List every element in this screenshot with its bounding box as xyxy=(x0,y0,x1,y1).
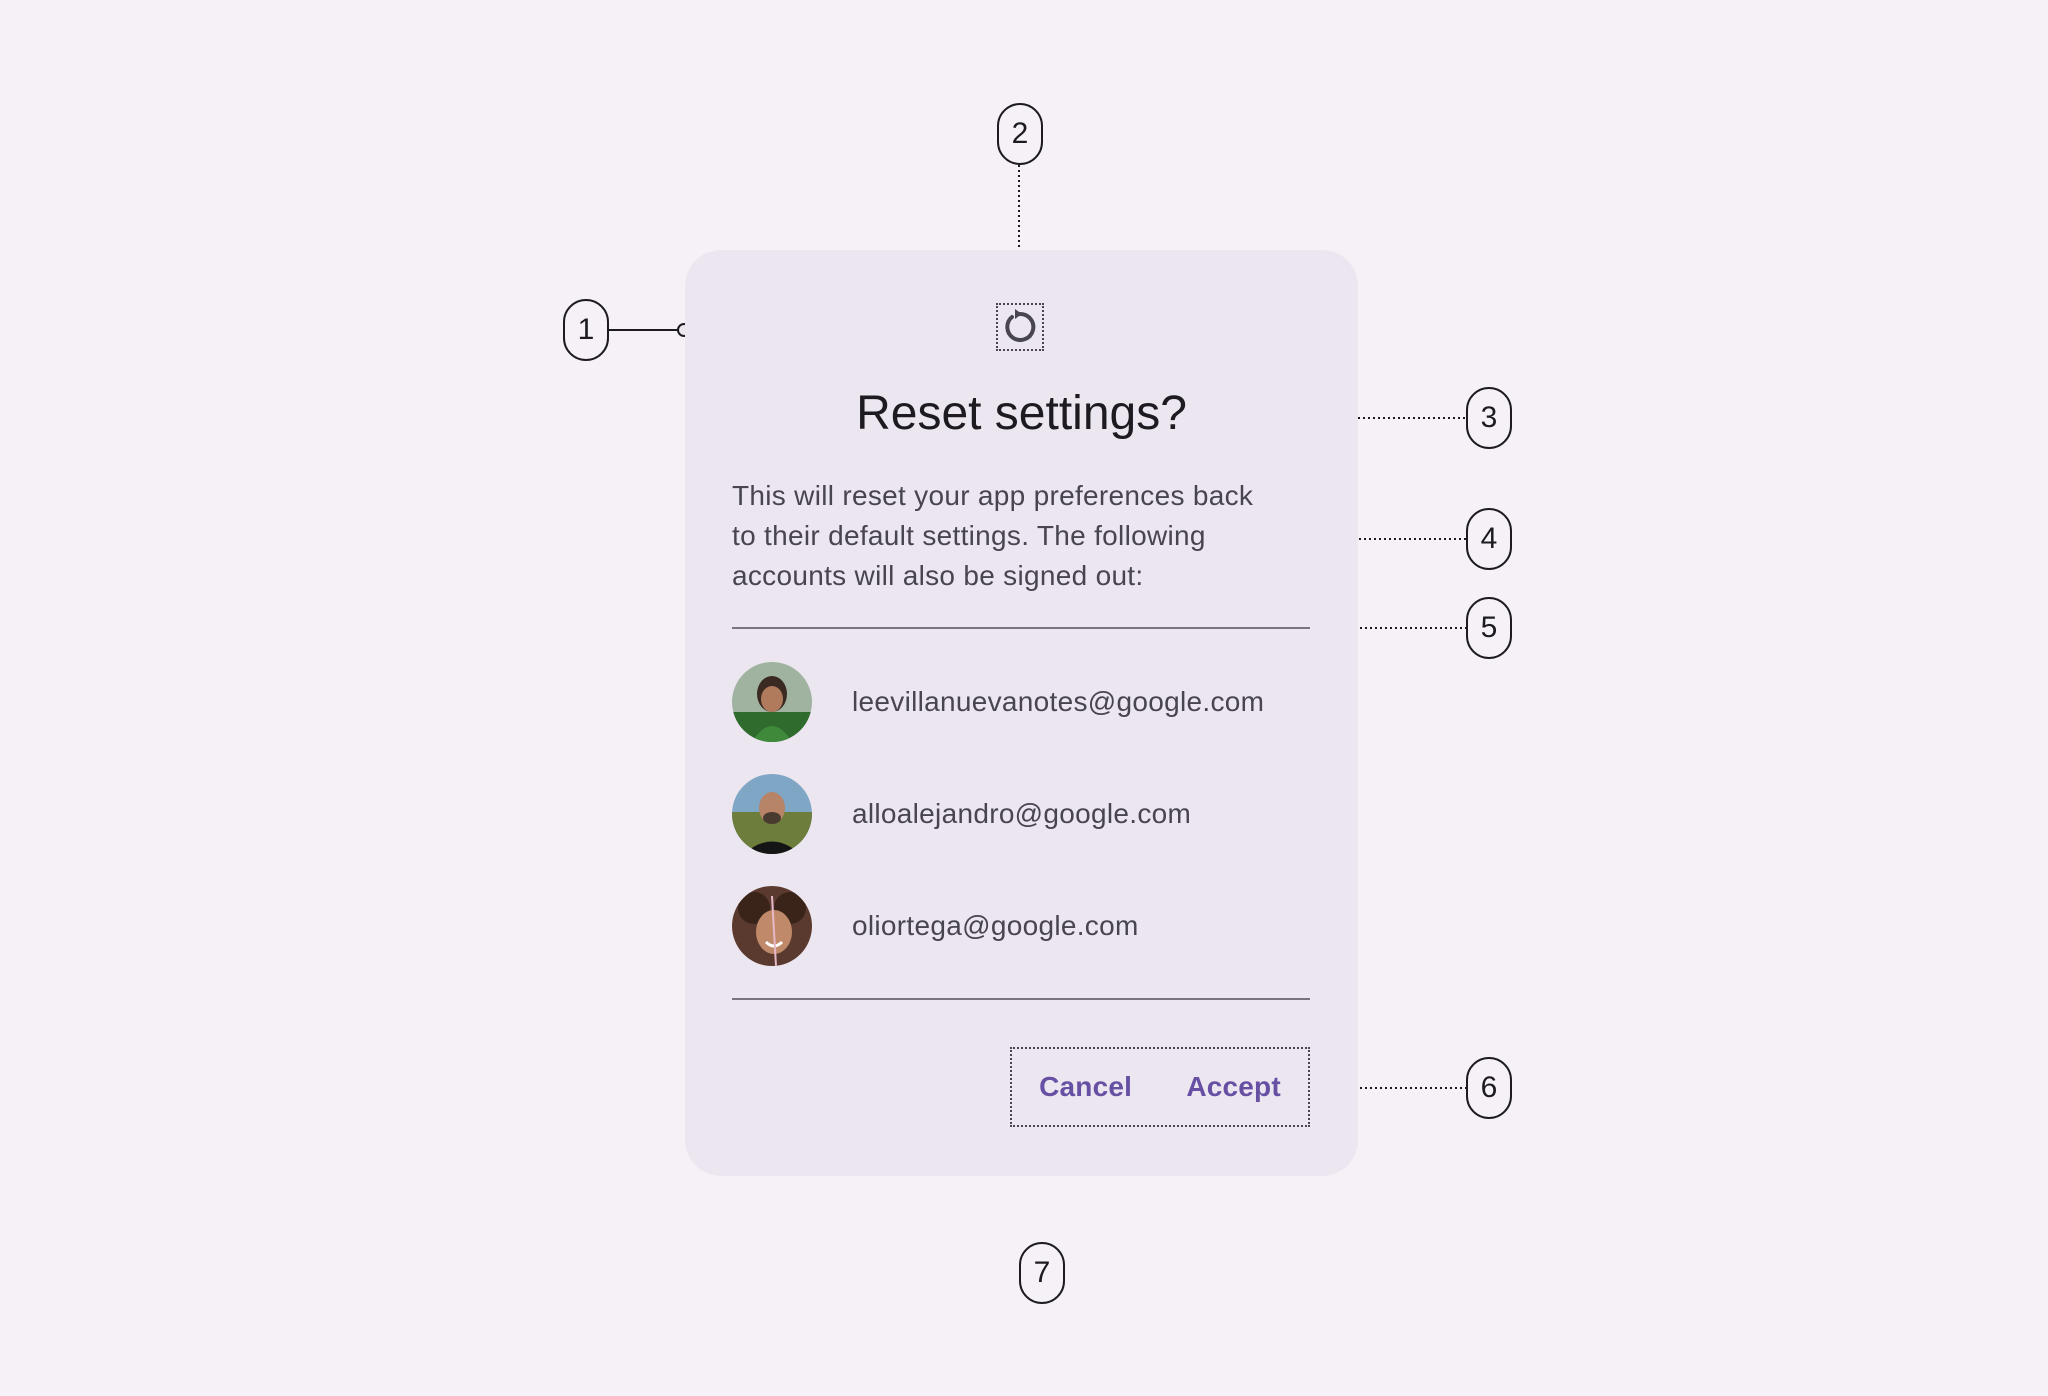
avatar xyxy=(732,886,812,966)
callout-badge: 7 xyxy=(1019,1242,1065,1304)
account-email: oliortega@google.com xyxy=(852,910,1139,941)
callout-badge: 4 xyxy=(1466,508,1512,570)
account-row[interactable]: leevillanuevanotes@google.com xyxy=(732,662,1310,742)
callout-badge: 6 xyxy=(1466,1057,1512,1119)
callout-badge: 3 xyxy=(1466,387,1512,449)
account-row[interactable]: oliortega@google.com xyxy=(732,886,1310,966)
callout-badge: 2 xyxy=(997,103,1043,165)
reset-icon xyxy=(1005,309,1036,342)
avatar xyxy=(732,774,812,854)
bottom-divider xyxy=(732,998,1310,1000)
dialog-actions: Cancel Accept xyxy=(1010,1047,1310,1127)
supporting-text-line: to their default settings. The following xyxy=(732,520,1206,551)
accept-button[interactable]: Accept xyxy=(1174,1061,1293,1113)
account-email: alloalejandro@google.com xyxy=(852,798,1192,829)
callout-badge: 5 xyxy=(1466,597,1512,659)
top-divider xyxy=(732,627,1310,629)
account-email: leevillanuevanotes@google.com xyxy=(852,686,1265,717)
callout-badge: 1 xyxy=(563,299,609,361)
supporting-text-line: accounts will also be signed out: xyxy=(732,560,1144,591)
account-row[interactable]: alloalejandro@google.com xyxy=(732,774,1310,854)
supporting-text-line: This will reset your app preferences bac… xyxy=(732,480,1254,511)
reset-icon-container xyxy=(996,303,1044,351)
dialog-supporting-text: This will reset your app preferences bac… xyxy=(732,476,1292,596)
avatar xyxy=(732,662,812,742)
dialog-title: Reset settings? xyxy=(856,387,1187,440)
cancel-button[interactable]: Cancel xyxy=(1027,1061,1144,1113)
